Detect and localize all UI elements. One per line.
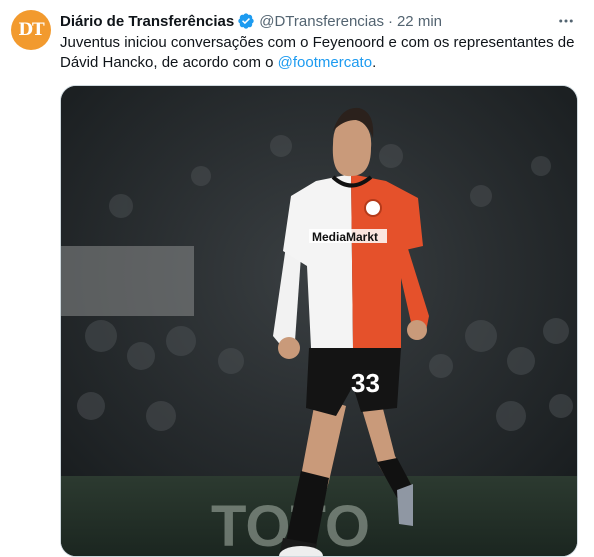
tweet[interactable]: DT Diário de Transferências @DTransferen… bbox=[0, 0, 594, 557]
tweet-text: Juventus iniciou conversações com o Feye… bbox=[60, 33, 580, 73]
separator-dot: · bbox=[387, 12, 393, 30]
tweet-header: Diário de Transferências @DTransferencia… bbox=[60, 10, 574, 32]
mention-link[interactable]: @footmercato bbox=[278, 54, 372, 71]
timestamp[interactable]: 22 min bbox=[397, 13, 442, 30]
tweet-text-end: . bbox=[372, 54, 377, 71]
user-handle[interactable]: @DTransferencias bbox=[259, 13, 384, 30]
shorts-number: 33 bbox=[351, 368, 380, 398]
shirt-sponsor: MediaMarkt bbox=[312, 230, 378, 244]
verified-badge-icon bbox=[238, 13, 254, 29]
tweet-photo[interactable]: TOTO 33 bbox=[60, 85, 578, 557]
football-player-photo: TOTO 33 bbox=[61, 86, 577, 556]
avatar[interactable]: DT bbox=[11, 10, 51, 50]
more-options-icon[interactable] bbox=[554, 10, 578, 32]
display-name[interactable]: Diário de Transferências bbox=[60, 13, 234, 30]
